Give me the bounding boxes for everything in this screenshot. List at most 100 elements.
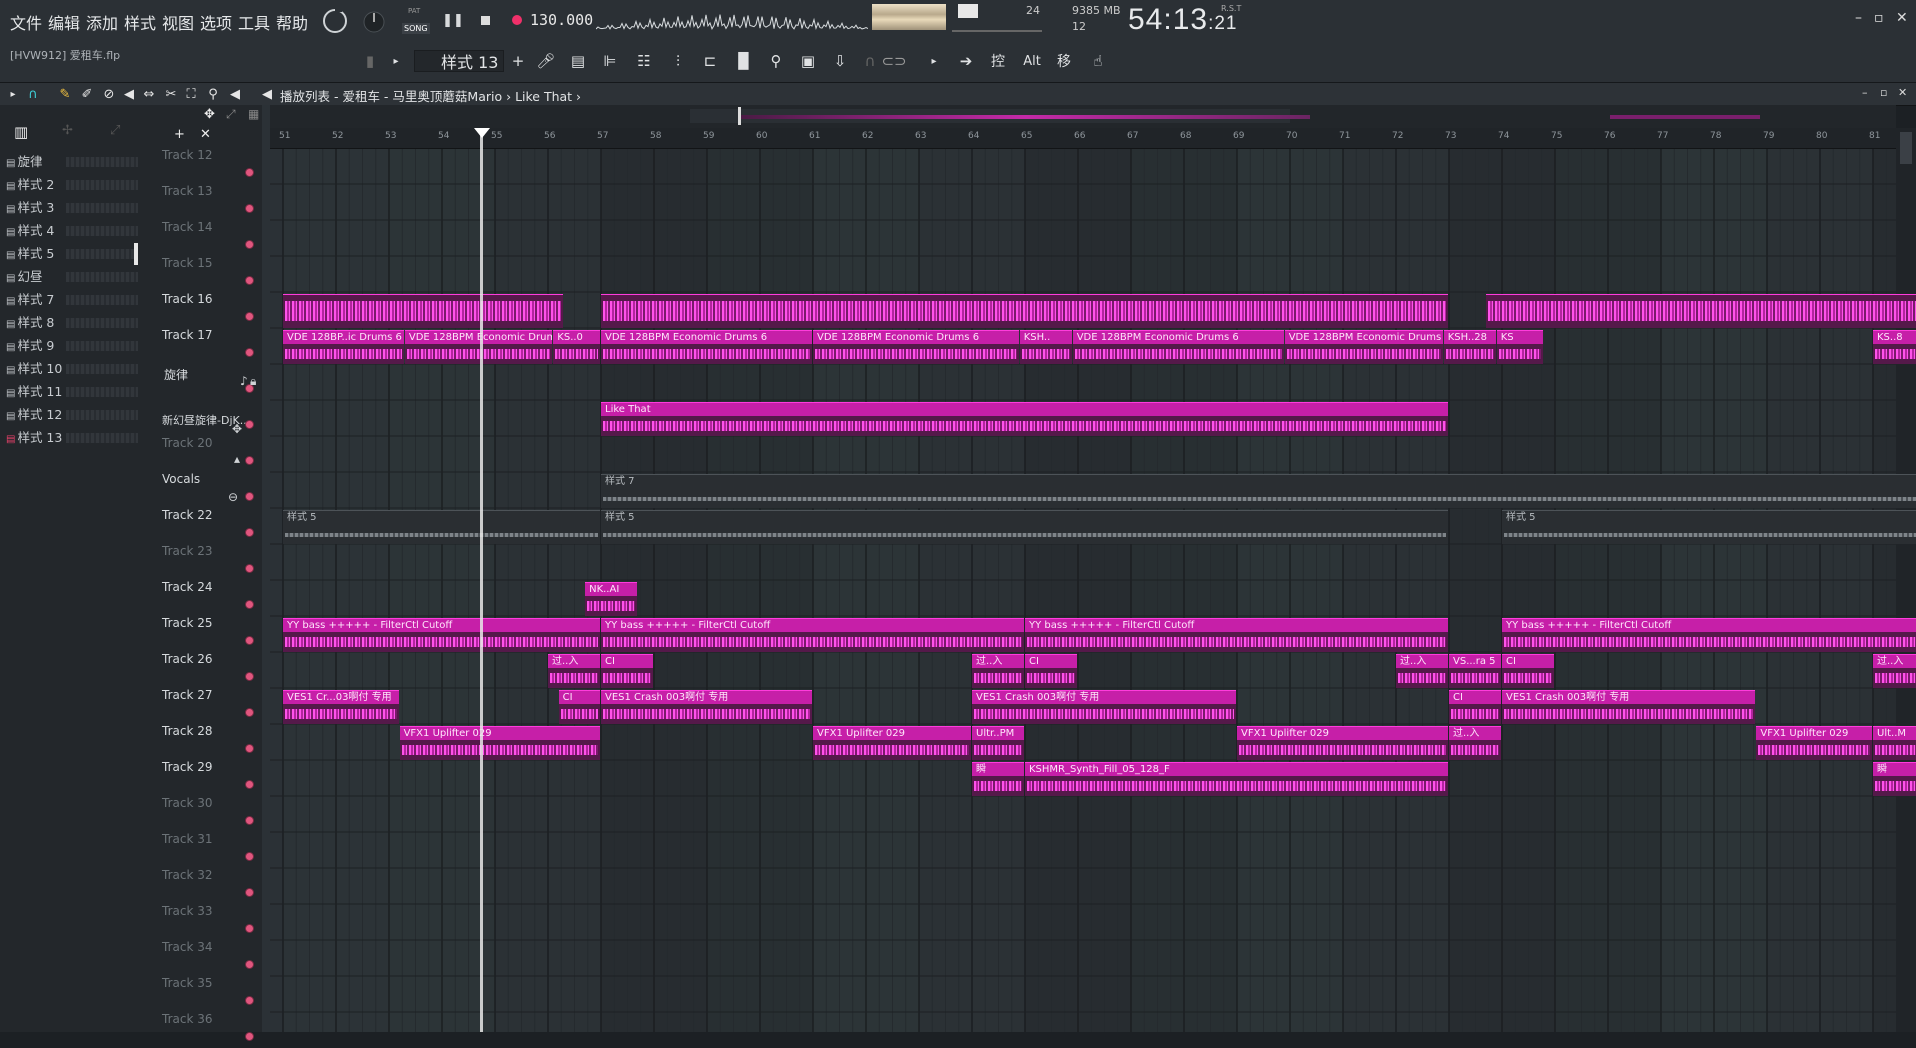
plugin-icon[interactable]: ▉	[734, 51, 754, 71]
track-header[interactable]: Track 12	[144, 148, 262, 184]
track-header[interactable]: Track 31	[144, 832, 262, 868]
tempo-display[interactable]: 130.000	[530, 11, 593, 29]
playlist-clip[interactable]: Ult..M	[1873, 726, 1916, 760]
track-header[interactable]: Track 23	[144, 544, 262, 580]
track-mute-led[interactable]	[245, 672, 254, 681]
piano-roll-icon[interactable]: ⊫	[600, 51, 620, 71]
pattern-item[interactable]: ▤ 样式 8	[6, 312, 138, 334]
resize-icon[interactable]: ⤢	[226, 107, 236, 122]
menu-file[interactable]: 文件	[10, 10, 42, 34]
playlist-clip[interactable]: NK..AI	[585, 582, 638, 616]
pattern-item[interactable]: ▤ 样式 13	[6, 427, 138, 449]
automation-icon[interactable]: ⤢	[110, 123, 120, 138]
track-header[interactable]: Track 27	[144, 688, 262, 724]
track-mute-led[interactable]	[245, 1032, 254, 1041]
link-icon[interactable]: ⊖	[228, 490, 238, 504]
playlist-clip[interactable]: 过..入	[548, 654, 600, 688]
pattern-item[interactable]: ▤ 样式 9	[6, 335, 138, 357]
playlist-clip[interactable]: 过..入	[1396, 654, 1448, 688]
track-mute-led[interactable]	[245, 960, 254, 969]
pattern-item[interactable]: ▤ 样式 10	[6, 358, 138, 380]
snap-icon[interactable]: ▮	[360, 51, 380, 71]
stop-button[interactable]	[472, 8, 498, 32]
pencil-icon[interactable]: ✎	[56, 85, 74, 103]
link-icon[interactable]: ⊂⊃	[881, 51, 906, 71]
pattern-block[interactable]	[283, 294, 563, 328]
track-mute-led[interactable]	[245, 852, 254, 861]
track-mute-led[interactable]	[245, 888, 254, 897]
add-track-icon[interactable]: +	[174, 127, 185, 142]
audio-clips-icon[interactable]: ✢	[62, 123, 73, 138]
tips-icon[interactable]: ⚲	[766, 51, 786, 71]
lock-icon[interactable]: 🔒︎	[250, 374, 256, 389]
save-icon[interactable]: ▣	[798, 51, 818, 71]
track-header[interactable]: Track 29	[144, 760, 262, 796]
track-mute-led[interactable]	[245, 348, 254, 357]
playlist-clip[interactable]: VDE 128BP..ic Drums 6	[283, 330, 404, 364]
move-button[interactable]: 移	[1054, 51, 1074, 71]
track-header[interactable]: Track 35	[144, 976, 262, 1012]
playlist-clip[interactable]: KS..8	[1873, 330, 1916, 364]
mute-icon[interactable]: ◀	[120, 85, 138, 103]
playlist-clip[interactable]: 瞬	[972, 762, 1024, 796]
move-icon[interactable]: ✥	[232, 422, 242, 436]
playlist-clip[interactable]: VES1 Crash 003啊付 专用	[1502, 690, 1756, 724]
track-mute-led[interactable]	[245, 276, 254, 285]
close-icon[interactable]: ✕	[1896, 10, 1908, 26]
playlist-clip[interactable]: VDE 128BPM Economic Drums 6	[1072, 330, 1284, 364]
track-header[interactable]: Track 36	[144, 1012, 262, 1048]
pattern-item[interactable]: ▤ 样式 11	[6, 381, 138, 403]
track-header[interactable]: Track 17	[144, 328, 262, 364]
add-pattern-icon[interactable]: +	[508, 51, 528, 71]
track-header[interactable]: Track 22	[144, 508, 271, 544]
track-header[interactable]: 新幻昼旋律-DjK...	[144, 400, 262, 436]
track-mute-led[interactable]	[245, 168, 254, 177]
playlist-clip[interactable]: KSHMR_Synth_Fill_05_128_F	[1025, 762, 1448, 796]
playlist-clip[interactable]: 样式 5	[1502, 510, 1916, 544]
slice-icon[interactable]: ✂	[162, 85, 180, 103]
vertical-scrollbar[interactable]	[1896, 128, 1916, 1032]
playhead-marker-icon[interactable]	[474, 128, 490, 138]
delete-icon[interactable]: ⊘	[100, 85, 118, 103]
playlist-clip[interactable]: VFX1 Uplifter 029	[1756, 726, 1872, 760]
track-mute-led[interactable]	[245, 456, 254, 465]
playlist-clip[interactable]: 过..入	[1873, 654, 1916, 688]
track-mute-led[interactable]	[245, 780, 254, 789]
menu-view[interactable]: 视图	[162, 10, 194, 34]
render-icon[interactable]: ⇩	[830, 51, 850, 71]
track-header[interactable]: Track 28	[144, 724, 271, 760]
playlist-clip[interactable]: KS..0	[553, 330, 600, 364]
track-mute-led[interactable]	[245, 924, 254, 933]
horizontal-scrollbar[interactable]	[270, 105, 1896, 128]
next-icon[interactable]: ▸	[924, 51, 944, 71]
scroll-position-marker[interactable]	[738, 107, 741, 125]
playlist-clip[interactable]: YY bass +++++ - FilterCtl Cutoff	[1502, 618, 1916, 652]
playlist-clip[interactable]: 样式 5	[283, 510, 600, 544]
grid-icon[interactable]: ▦	[248, 107, 259, 121]
track-header[interactable]: Track 33	[144, 904, 262, 940]
track-mute-led[interactable]	[245, 312, 254, 321]
track-header[interactable]: Track 34	[144, 940, 262, 976]
timeline-ruler[interactable]: 51 52 53 54 55 56 57 58 59 60 61 62 63 64 65 66 67 68 69 70…	[270, 128, 1896, 149]
track-header[interactable]: Track 25	[144, 616, 271, 652]
record-button[interactable]	[504, 8, 530, 32]
playlist-menu-icon[interactable]: ▸	[4, 85, 22, 103]
playlist-clip[interactable]: KSH..28	[1443, 330, 1496, 364]
playlist-clip[interactable]: VES1 Cr...03啊付 专用	[283, 690, 399, 724]
track-mute-led[interactable]	[245, 600, 254, 609]
pattern-item[interactable]: ▤ 样式 5	[6, 243, 138, 265]
playlist-clip[interactable]: KS	[1496, 330, 1544, 364]
playback-icon[interactable]: ◀	[226, 85, 244, 103]
play-button[interactable]: ❚❚	[440, 8, 466, 32]
track-mute-led[interactable]	[245, 204, 254, 213]
playlist-clip[interactable]: CI	[558, 690, 600, 724]
pattern-item[interactable]: ▤ 旋律	[6, 151, 138, 173]
menu-help[interactable]: 帮助	[276, 10, 308, 34]
pattern-item[interactable]: ▤ 幻昼	[6, 266, 138, 288]
playlist-clip[interactable]: 过..入	[1449, 726, 1501, 760]
move-tool-icon[interactable]: ✥	[204, 107, 215, 122]
menu-edit[interactable]: 编辑	[48, 10, 80, 34]
track-header[interactable]: Track 15	[144, 256, 262, 292]
playlist-clip[interactable]: VDE 128BPM Economic Drums 6	[601, 330, 812, 364]
playlist-clip[interactable]: VDE 128BPM Economic Drums 6	[1284, 330, 1443, 364]
